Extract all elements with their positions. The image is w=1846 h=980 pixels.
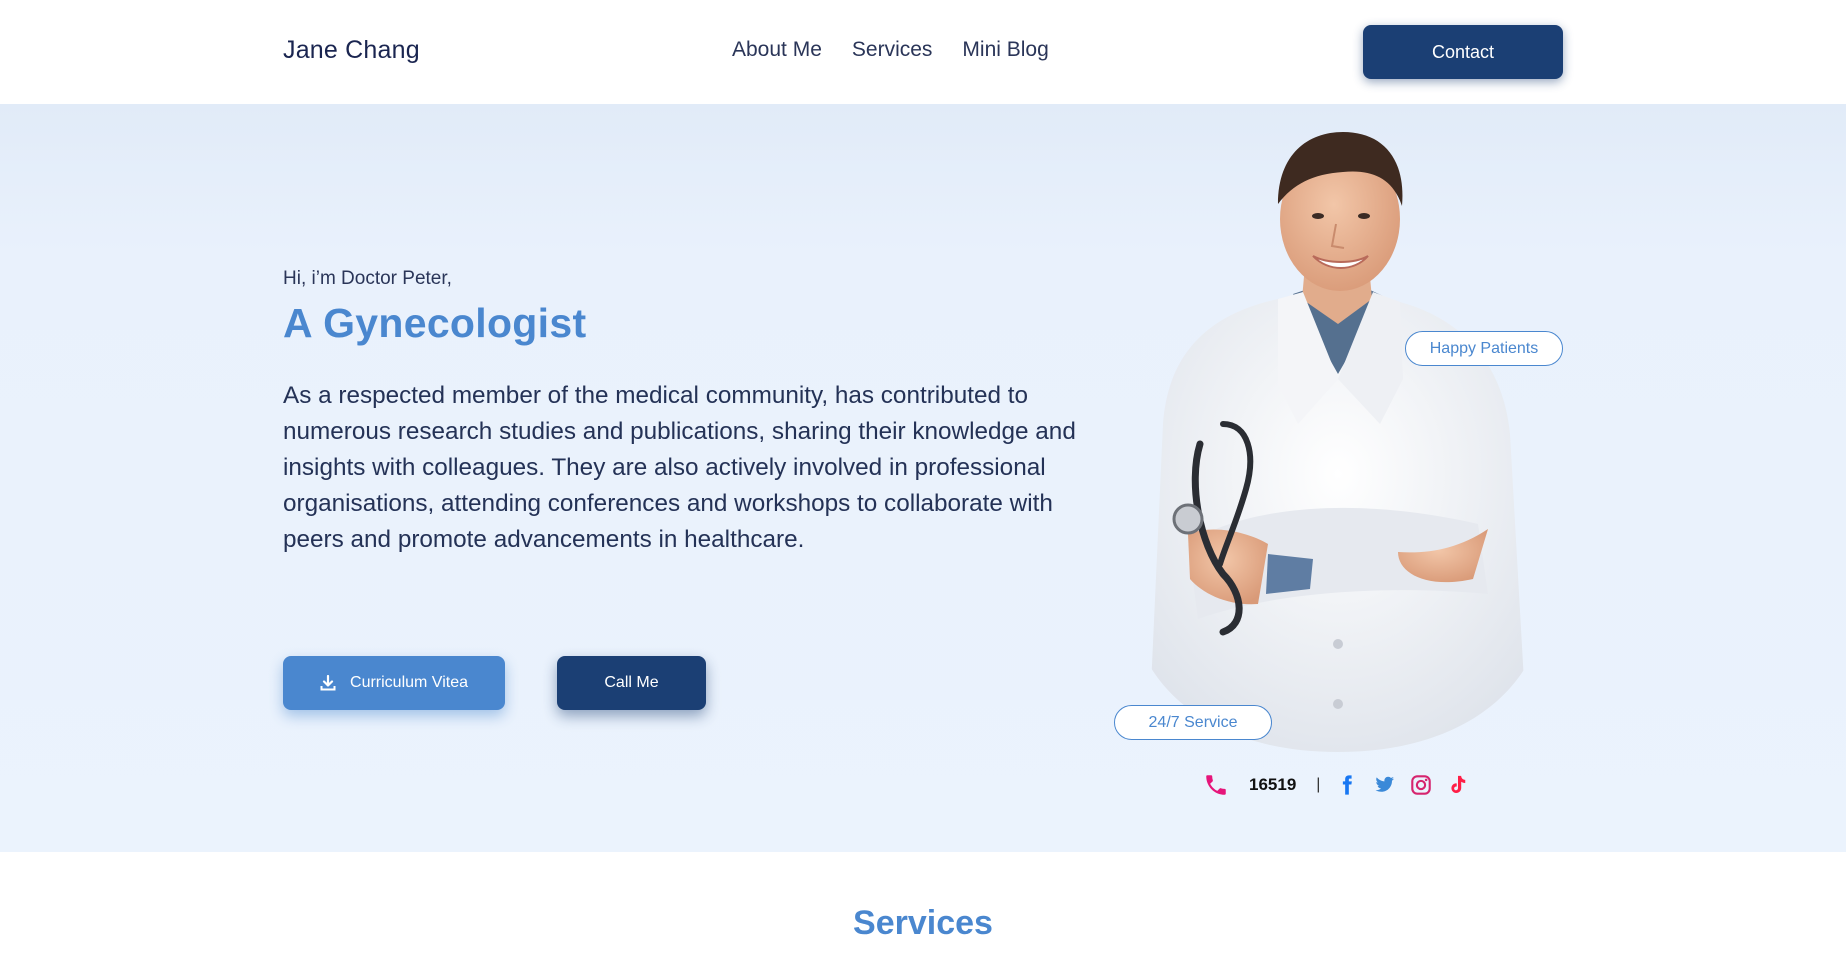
hero-description: As a respected member of the medical com… — [283, 382, 1076, 553]
nav-mini-blog[interactable]: Mini Blog — [962, 38, 1048, 62]
call-me-button[interactable]: Call Me — [557, 656, 706, 710]
hero-section: Hi, i’m Doctor Peter, A Gynecologist As … — [0, 104, 1846, 852]
services-heading: Services — [853, 904, 993, 942]
hero-greeting: Hi, i’m Doctor Peter, — [283, 268, 452, 289]
happy-patients-badge: Happy Patients — [1405, 331, 1563, 366]
phone-icon[interactable] — [1203, 772, 1229, 798]
nav-about-me[interactable]: About Me — [732, 38, 822, 62]
download-icon — [320, 675, 336, 691]
curriculum-vitae-button[interactable]: Curriculum Vitea — [283, 656, 505, 710]
brand-name[interactable]: Jane Chang — [283, 36, 420, 65]
main-nav: About Me Services Mini Blog — [732, 38, 1049, 62]
curriculum-vitae-label: Curriculum Vitea — [350, 674, 468, 691]
site-header: Jane Chang About Me Services Mini Blog C… — [0, 0, 1846, 104]
service-247-badge: 24/7 Service — [1114, 705, 1272, 740]
instagram-icon[interactable] — [1410, 774, 1432, 796]
tiktok-icon[interactable] — [1446, 773, 1468, 797]
doctor-photo — [1128, 124, 1548, 752]
contact-separator: | — [1316, 776, 1321, 793]
facebook-icon[interactable] — [1336, 773, 1358, 797]
contact-row: 16519 | — [1203, 770, 1482, 800]
nav-services[interactable]: Services — [852, 38, 933, 62]
twitter-icon[interactable] — [1372, 774, 1396, 796]
hero-title: A Gynecologist — [283, 300, 587, 346]
phone-number[interactable]: 16519 — [1249, 775, 1296, 795]
contact-button[interactable]: Contact — [1363, 25, 1563, 79]
